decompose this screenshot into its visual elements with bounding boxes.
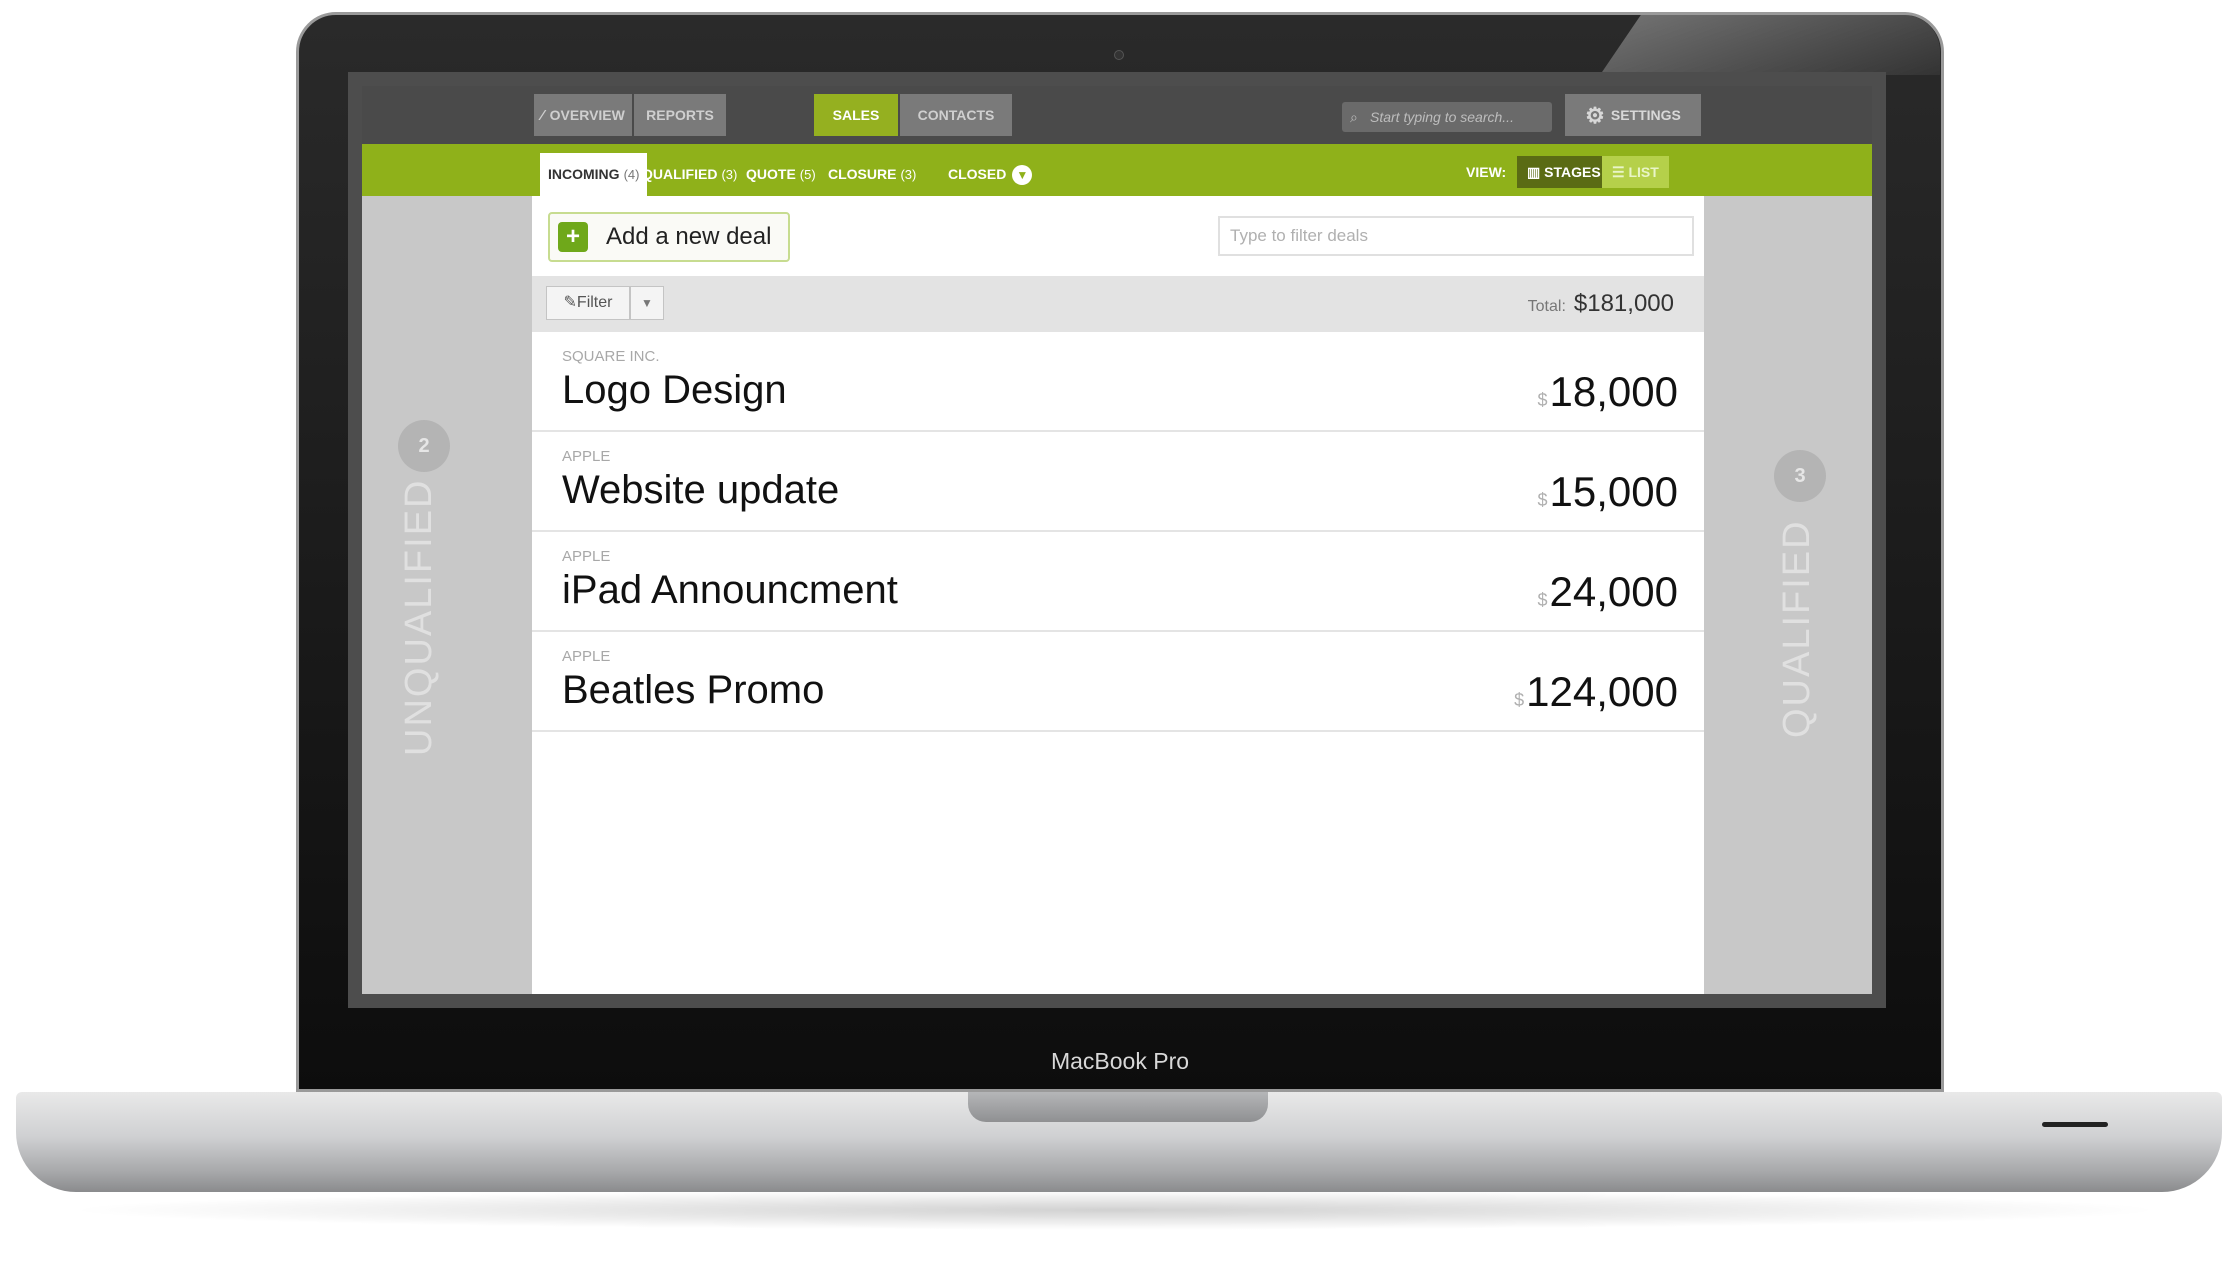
deal-title: iPad Announcment [562, 568, 898, 612]
deal-row[interactable]: APPLE Website update $15,000 [532, 432, 1704, 532]
deal-amount: $18,000 [1538, 368, 1678, 416]
deal-title: Logo Design [562, 368, 787, 412]
stage-label: CLOSURE [828, 166, 897, 182]
total-label: Total: [1527, 298, 1566, 315]
stage-tab-closed[interactable]: CLOSED ▼ [940, 153, 1040, 196]
tab-reports[interactable]: REPORTS [634, 94, 726, 136]
search-icon: ⌕ [1350, 109, 1358, 125]
gear-icon: ⚙ [1585, 103, 1605, 129]
deal-row[interactable]: APPLE Beatles Promo $124,000 [532, 632, 1704, 732]
view-stages-button[interactable]: ▥ STAGES [1517, 156, 1611, 188]
view-stages-label: STAGES [1544, 164, 1601, 180]
deal-amount: $24,000 [1538, 568, 1678, 616]
stage-tab-qualified[interactable]: QUALIFIED (3) [634, 153, 745, 196]
total-value: $181,000 [1573, 290, 1674, 317]
app-screen: ⁄ OVERVIEW REPORTS SALES CONTACTS ⌕ Start … [348, 72, 1886, 1008]
tab-sales-label: SALES [832, 107, 880, 123]
laptop-base-notch [968, 1092, 1268, 1122]
stage-count: (3) [900, 167, 917, 182]
deal-company: APPLE [562, 648, 611, 665]
deal-currency: $ [1514, 690, 1525, 710]
list-icon: ☰ [1612, 164, 1629, 180]
deal-currency: $ [1537, 590, 1548, 610]
tag-icon: ✎ [563, 294, 577, 311]
view-list-button[interactable]: ☰ LIST [1602, 156, 1669, 188]
filter-dropdown-button[interactable]: ▼ [630, 286, 664, 320]
deal-row[interactable]: SQUARE INC. Logo Design $18,000 [532, 332, 1704, 432]
deal-company: SQUARE INC. [562, 348, 660, 365]
chevron-down-icon: ▼ [1012, 165, 1033, 186]
filter-bar: ✎Filter ▼ Total: $181,000 [532, 276, 1704, 332]
add-deal-button[interactable]: + Add a new deal [548, 212, 790, 262]
deal-amount: $15,000 [1538, 468, 1678, 516]
stage-tab-closure[interactable]: CLOSURE (3) [820, 153, 924, 196]
tab-contacts-label: CONTACTS [917, 107, 995, 123]
stage-tab-incoming[interactable]: INCOMING (4) [540, 153, 648, 196]
unqualified-column[interactable]: 2 UNQUALIFIED [362, 196, 532, 994]
qualified-column-label: QUALIFIED [1776, 519, 1818, 738]
deals-panel: + Add a new deal Type to filter deals ✎F… [532, 196, 1704, 994]
deal-amount-value: 24,000 [1549, 568, 1678, 615]
stage-count: (3) [721, 167, 738, 182]
deal-amount-value: 15,000 [1549, 468, 1678, 515]
tab-overview[interactable]: ⁄ OVERVIEW [534, 94, 632, 136]
qualified-count-badge: 3 [1774, 450, 1826, 502]
stage-label: QUOTE [746, 166, 796, 182]
laptop-base-slot [2042, 1122, 2108, 1127]
deal-company: APPLE [562, 448, 611, 465]
lid-gloss [1600, 15, 1940, 75]
view-label: VIEW: [1466, 164, 1507, 180]
filter-deals-input[interactable]: Type to filter deals [1218, 216, 1694, 256]
unqualified-column-label: UNQUALIFIED [398, 478, 440, 756]
chevron-down-icon: ▼ [641, 296, 653, 310]
view-list-label: LIST [1628, 164, 1659, 180]
deal-currency: $ [1537, 490, 1548, 510]
stage-tab-quote[interactable]: QUOTE (5) [738, 153, 824, 196]
settings-label: SETTINGS [1610, 107, 1681, 123]
top-nav-bar: ⁄ OVERVIEW REPORTS SALES CONTACTS ⌕ Start … [362, 86, 1872, 144]
camera-icon [1114, 50, 1124, 60]
settings-button[interactable]: ⚙ SETTINGS [1565, 94, 1701, 136]
deal-title: Beatles Promo [562, 668, 825, 712]
device-brand-label: MacBook Pro [1050, 1048, 1190, 1074]
stage-bar: INCOMING (4) QUALIFIED (3) QUOTE (5) CLOSUR… [362, 144, 1872, 196]
deal-currency: $ [1537, 390, 1548, 410]
unqualified-count-badge: 2 [398, 420, 450, 472]
plus-icon: + [558, 222, 588, 252]
qualified-column[interactable]: 3 QUALIFIED [1704, 196, 1872, 994]
stage-label: QUALIFIED [642, 166, 718, 182]
deal-amount-value: 124,000 [1526, 668, 1678, 715]
chart-line-icon: ⁄ [541, 107, 544, 124]
tab-contacts[interactable]: CONTACTS [900, 94, 1012, 136]
stage-label: INCOMING [548, 166, 620, 182]
deal-amount: $124,000 [1514, 668, 1678, 716]
columns-icon: ▥ [1527, 164, 1545, 180]
stage-count: (5) [799, 167, 816, 182]
laptop-shadow [60, 1190, 2170, 1230]
stage-label: CLOSED [948, 166, 1007, 182]
deal-title: Website update [562, 468, 840, 512]
filter-label: Filter [576, 294, 613, 311]
tab-sales[interactable]: SALES [814, 94, 898, 136]
filter-button[interactable]: ✎Filter [546, 286, 630, 320]
deal-amount-value: 18,000 [1549, 368, 1678, 415]
tab-reports-label: REPORTS [646, 107, 714, 123]
add-deal-label: Add a new deal [606, 223, 772, 250]
deal-row[interactable]: APPLE iPad Announcment $24,000 [532, 532, 1704, 632]
global-search-input[interactable]: ⌕ Start typing to search... [1342, 102, 1552, 132]
tab-overview-label: OVERVIEW [549, 107, 625, 123]
deals-total: Total: $181,000 [1528, 290, 1674, 318]
search-placeholder: Start typing to search... [1370, 109, 1514, 125]
deal-company: APPLE [562, 548, 611, 565]
